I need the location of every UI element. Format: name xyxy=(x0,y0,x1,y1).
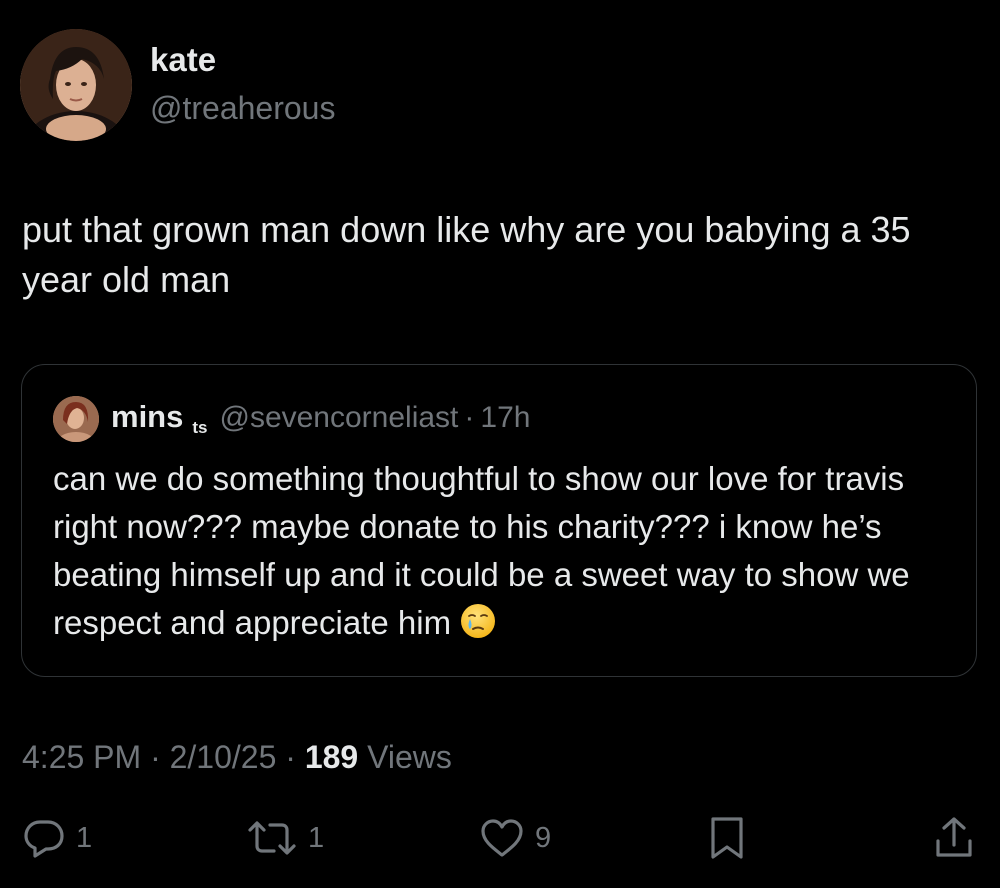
like-count: 9 xyxy=(535,821,552,854)
quoted-author-name[interactable]: mins xyxy=(111,399,183,435)
repost-icon xyxy=(248,821,296,855)
author-display-name[interactable]: kate xyxy=(150,40,216,80)
tweet-date[interactable]: 2/10/25 xyxy=(170,739,277,775)
views-count: 189 xyxy=(304,739,359,775)
tweet-text: put that grown man down like why are you… xyxy=(22,209,911,300)
header-separator: · xyxy=(464,401,475,434)
reply-button[interactable]: 1 xyxy=(22,808,92,868)
quoted-tweet-header: mins ts @sevencorneliast · 17h xyxy=(111,399,530,439)
meta-separator-2: · xyxy=(285,739,296,775)
action-bar: 1 1 9 xyxy=(0,808,1000,868)
author-avatar[interactable] xyxy=(20,29,132,141)
bookmark-button[interactable] xyxy=(707,808,747,868)
author-handle[interactable]: @treaherous xyxy=(150,88,335,128)
quoted-author-avatar[interactable] xyxy=(53,396,99,442)
reply-icon xyxy=(24,820,64,858)
meta-separator: · xyxy=(150,739,161,775)
share-icon xyxy=(936,817,972,857)
tweet-time[interactable]: 4:25 PM xyxy=(22,739,141,775)
quoted-timestamp[interactable]: 17h xyxy=(480,401,530,435)
views-label: Views xyxy=(367,739,452,775)
author-avatar-image xyxy=(20,29,132,141)
quoted-tweet-card[interactable]: mins ts @sevencorneliast · 17h can we do… xyxy=(21,364,977,677)
quoted-author-badge: ts xyxy=(192,418,208,437)
quoted-author-avatar-image xyxy=(53,396,99,442)
repost-count: 1 xyxy=(308,821,325,854)
share-button[interactable] xyxy=(932,808,976,868)
bookmark-icon xyxy=(711,817,743,859)
quoted-author-handle[interactable]: @sevencorneliast xyxy=(219,401,458,435)
like-button[interactable]: 9 xyxy=(479,808,551,868)
face-holding-back-tears-icon xyxy=(459,602,497,640)
quoted-tweet-text-container: can we do something thoughtful to show o… xyxy=(53,455,953,647)
tweet-meta: 4:25 PM · 2/10/25 · 189 Views xyxy=(22,737,452,777)
repost-button[interactable]: 1 xyxy=(246,808,324,868)
reply-count: 1 xyxy=(76,821,93,854)
heart-icon xyxy=(481,819,523,857)
